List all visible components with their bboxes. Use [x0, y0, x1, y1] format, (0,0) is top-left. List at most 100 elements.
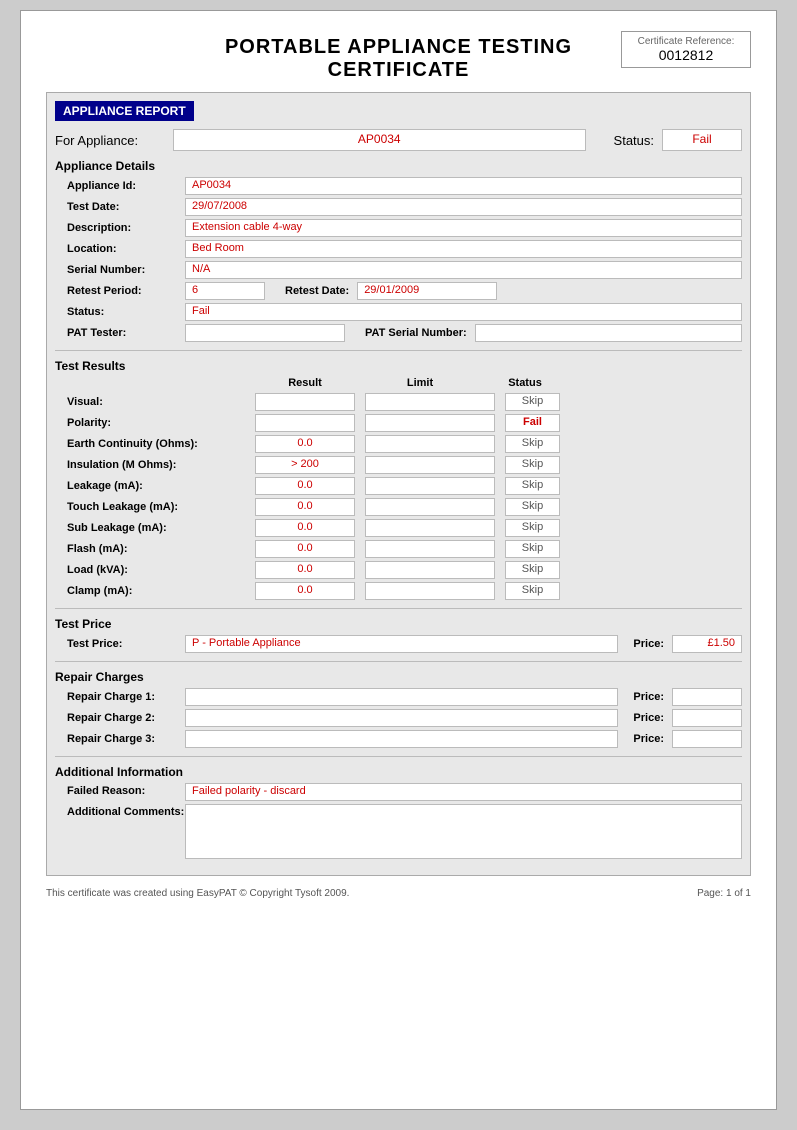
divider-3 — [55, 661, 742, 662]
test-results-title: Test Results — [55, 359, 742, 373]
repair-price-input-2[interactable] — [672, 730, 742, 748]
test-result-input-4[interactable]: 0.0 — [255, 477, 355, 495]
cert-ref-label: Certificate Reference: — [630, 36, 742, 47]
divider-4 — [55, 756, 742, 757]
test-result-input-6[interactable]: 0.0 — [255, 519, 355, 537]
main-content: APPLIANCE REPORT For Appliance: AP0034 S… — [46, 92, 751, 876]
serial-number-value[interactable]: N/A — [185, 261, 742, 279]
test-limit-input-0[interactable] — [365, 393, 495, 411]
appliance-id-value[interactable]: AP0034 — [185, 177, 742, 195]
test-row-label-9: Clamp (mA): — [55, 585, 255, 597]
test-limit-input-4[interactable] — [365, 477, 495, 495]
for-appliance-input[interactable]: AP0034 — [173, 129, 586, 151]
footer-left: This certificate was created using EasyP… — [46, 888, 349, 899]
test-row: Insulation (M Ohms): > 200 Skip — [55, 456, 742, 474]
test-result-input-2[interactable]: 0.0 — [255, 435, 355, 453]
test-results-header: Result Limit Status — [55, 377, 742, 389]
failed-reason-row: Failed Reason: Failed polarity - discard — [55, 783, 742, 801]
description-label: Description: — [55, 222, 185, 234]
test-date-value[interactable]: 29/07/2008 — [185, 198, 742, 216]
appliance-details-title: Appliance Details — [55, 159, 742, 173]
page: PORTABLE APPLIANCE TESTING CERTIFICATE C… — [20, 10, 777, 1110]
page-header: PORTABLE APPLIANCE TESTING CERTIFICATE C… — [46, 31, 751, 82]
test-price-row: Test Price: P - Portable Appliance Price… — [55, 635, 742, 653]
description-value[interactable]: Extension cable 4-way — [185, 219, 742, 237]
pat-serial-input[interactable] — [475, 324, 742, 342]
test-result-input-8[interactable]: 0.0 — [255, 561, 355, 579]
status-row: Status: Fail — [55, 303, 742, 321]
serial-number-row: Serial Number: N/A — [55, 261, 742, 279]
for-appliance-row: For Appliance: AP0034 Status: Fail — [55, 129, 742, 151]
test-result-input-5[interactable]: 0.0 — [255, 498, 355, 516]
test-price-desc-input[interactable]: P - Portable Appliance — [185, 635, 618, 653]
serial-number-label: Serial Number: — [55, 264, 185, 276]
tr-col-limit-header: Limit — [355, 377, 485, 389]
test-status-badge-2: Skip — [505, 435, 560, 453]
test-row-label-3: Insulation (M Ohms): — [55, 459, 255, 471]
repair-price-label-1: Price: — [633, 712, 664, 724]
test-status-badge-3: Skip — [505, 456, 560, 474]
test-row-label-7: Flash (mA): — [55, 543, 255, 555]
test-limit-input-3[interactable] — [365, 456, 495, 474]
test-result-input-7[interactable]: 0.0 — [255, 540, 355, 558]
repair-row: Repair Charge 1: Price: — [55, 688, 742, 706]
test-row-label-2: Earth Continuity (Ohms): — [55, 438, 255, 450]
test-status-badge-5: Skip — [505, 498, 560, 516]
test-limit-input-5[interactable] — [365, 498, 495, 516]
retest-date-input[interactable]: 29/01/2009 — [357, 282, 497, 300]
repair-desc-input-0[interactable] — [185, 688, 618, 706]
test-limit-input-1[interactable] — [365, 414, 495, 432]
retest-period-input[interactable]: 6 — [185, 282, 265, 300]
repair-price-input-1[interactable] — [672, 709, 742, 727]
test-row-label-1: Polarity: — [55, 417, 255, 429]
repair-charges-title: Repair Charges — [55, 670, 742, 684]
repair-charges-section: Repair Charges Repair Charge 1: Price: R… — [55, 670, 742, 748]
pat-tester-input[interactable] — [185, 324, 345, 342]
test-row-label-6: Sub Leakage (mA): — [55, 522, 255, 534]
test-price-title: Test Price — [55, 617, 742, 631]
test-rows-container: Visual: Skip Polarity: Fail Earth Contin… — [55, 393, 742, 600]
test-status-badge-4: Skip — [505, 477, 560, 495]
test-limit-input-7[interactable] — [365, 540, 495, 558]
test-status-badge-9: Skip — [505, 582, 560, 600]
appliance-details-section: Appliance Details Appliance Id: AP0034 T… — [55, 159, 742, 342]
test-result-input-9[interactable]: 0.0 — [255, 582, 355, 600]
cert-ref-number: 0012812 — [630, 47, 742, 63]
repair-desc-input-2[interactable] — [185, 730, 618, 748]
additional-info-section: Additional Information Failed Reason: Fa… — [55, 765, 742, 859]
test-limit-input-2[interactable] — [365, 435, 495, 453]
test-limit-input-9[interactable] — [365, 582, 495, 600]
for-appliance-label: For Appliance: — [55, 133, 165, 148]
test-limit-input-8[interactable] — [365, 561, 495, 579]
test-result-input-1[interactable] — [255, 414, 355, 432]
status-label: Status: — [614, 133, 654, 148]
repair-label-0: Repair Charge 1: — [55, 691, 185, 703]
test-status-badge-7: Skip — [505, 540, 560, 558]
location-row: Location: Bed Room — [55, 240, 742, 258]
test-date-label: Test Date: — [55, 201, 185, 213]
additional-comments-textarea[interactable] — [185, 804, 742, 859]
test-result-input-0[interactable] — [255, 393, 355, 411]
test-status-badge-8: Skip — [505, 561, 560, 579]
repair-row: Repair Charge 3: Price: — [55, 730, 742, 748]
test-row: Visual: Skip — [55, 393, 742, 411]
additional-comments-row: Additional Comments: — [55, 804, 742, 859]
test-result-input-3[interactable]: > 200 — [255, 456, 355, 474]
test-row-label-5: Touch Leakage (mA): — [55, 501, 255, 513]
cert-ref-box: Certificate Reference: 0012812 — [621, 31, 751, 68]
status-field-value[interactable]: Fail — [185, 303, 742, 321]
test-row: Leakage (mA): 0.0 Skip — [55, 477, 742, 495]
pat-tester-row: PAT Tester: PAT Serial Number: — [55, 324, 742, 342]
status-value-field[interactable]: Fail — [662, 129, 742, 151]
pat-tester-label: PAT Tester: — [55, 327, 185, 339]
test-limit-input-6[interactable] — [365, 519, 495, 537]
tr-col-status-header: Status — [485, 377, 565, 389]
test-price-value-input[interactable]: £1.50 — [672, 635, 742, 653]
test-row-label-4: Leakage (mA): — [55, 480, 255, 492]
test-row: Touch Leakage (mA): 0.0 Skip — [55, 498, 742, 516]
repair-desc-input-1[interactable] — [185, 709, 618, 727]
failed-reason-input[interactable]: Failed polarity - discard — [185, 783, 742, 801]
repair-price-input-0[interactable] — [672, 688, 742, 706]
additional-info-title: Additional Information — [55, 765, 742, 779]
location-value[interactable]: Bed Room — [185, 240, 742, 258]
